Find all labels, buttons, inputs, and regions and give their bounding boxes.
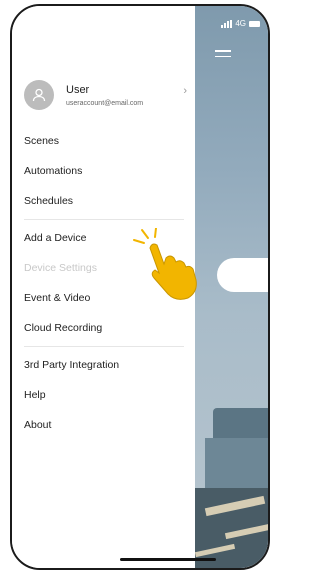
menu-item-help[interactable]: Help (24, 380, 184, 410)
phone-frame: 4G User useraccount@email.com › Scenes A… (10, 4, 270, 570)
menu-item-third-party[interactable]: 3rd Party Integration (24, 350, 184, 380)
battery-icon (249, 20, 260, 27)
menu-item-schedules[interactable]: Schedules (24, 186, 184, 216)
sofa-shape-2 (205, 438, 268, 488)
sofa-shape (213, 408, 268, 442)
network-label: 4G (235, 19, 246, 28)
floor-shape (195, 488, 268, 568)
menu-item-automations[interactable]: Automations (24, 156, 184, 186)
status-bar: 4G (221, 19, 260, 28)
profile-email: useraccount@email.com (66, 99, 144, 107)
profile-row[interactable]: User useraccount@email.com › (24, 75, 189, 115)
chevron-right-icon: › (183, 85, 187, 97)
profile-name: User (66, 83, 90, 96)
user-icon (24, 80, 54, 110)
tap-hand-icon (133, 228, 197, 300)
divider (24, 219, 184, 220)
divider (24, 346, 184, 347)
signal-icon (221, 19, 233, 28)
search-pill[interactable] (217, 258, 268, 292)
menu-item-about[interactable]: About (24, 410, 184, 440)
menu-item-scenes[interactable]: Scenes (24, 126, 184, 156)
menu-icon[interactable] (215, 50, 231, 61)
menu-item-cloud-recording[interactable]: Cloud Recording (24, 313, 184, 343)
app-background: 4G (195, 6, 268, 568)
home-indicator (120, 558, 216, 561)
living-room-image (195, 378, 268, 568)
